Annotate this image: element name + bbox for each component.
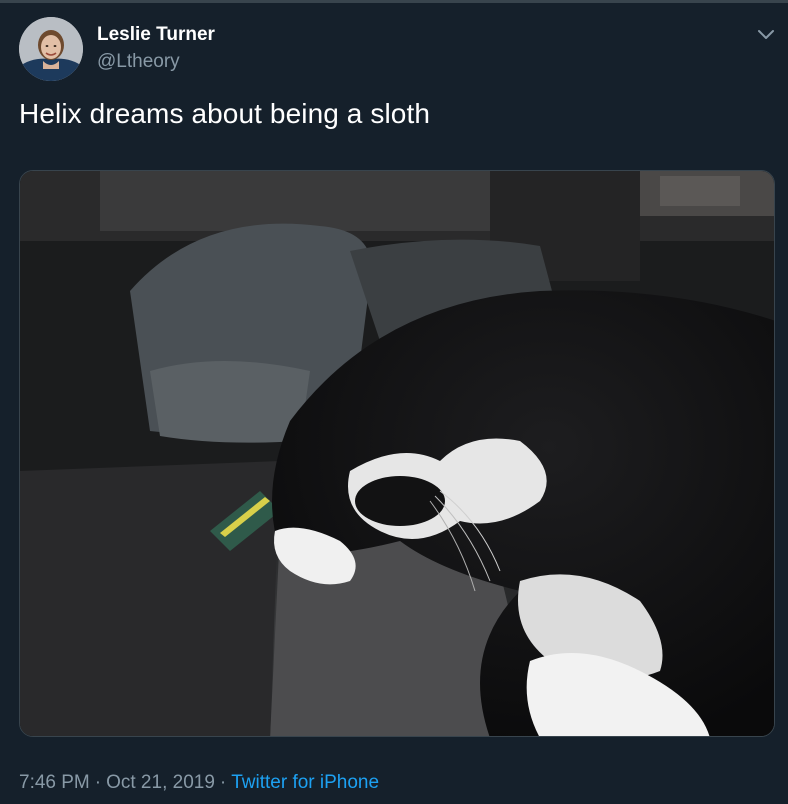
cat-photo xyxy=(20,171,774,736)
tweet-source-link[interactable]: Twitter for iPhone xyxy=(231,772,379,793)
avatar[interactable] xyxy=(19,17,83,81)
tweet-metadata: 7:46 PM · Oct 21, 2019 · Twitter for iPhone xyxy=(19,772,379,794)
author-handle[interactable]: @Ltheory xyxy=(97,51,180,73)
tweet: Leslie Turner @Ltheory Helix dreams abou… xyxy=(0,0,788,804)
tweet-photo[interactable] xyxy=(19,170,775,737)
author-name[interactable]: Leslie Turner xyxy=(97,24,215,46)
tweet-time[interactable]: 7:46 PM xyxy=(19,772,90,793)
avatar-image xyxy=(19,17,83,81)
chevron-down-icon[interactable] xyxy=(756,24,776,44)
meta-separator: · xyxy=(94,772,102,793)
meta-separator-2: · xyxy=(219,772,227,793)
tweet-date[interactable]: Oct 21, 2019 xyxy=(106,772,215,793)
tweet-text: Helix dreams about being a sloth xyxy=(19,98,430,129)
